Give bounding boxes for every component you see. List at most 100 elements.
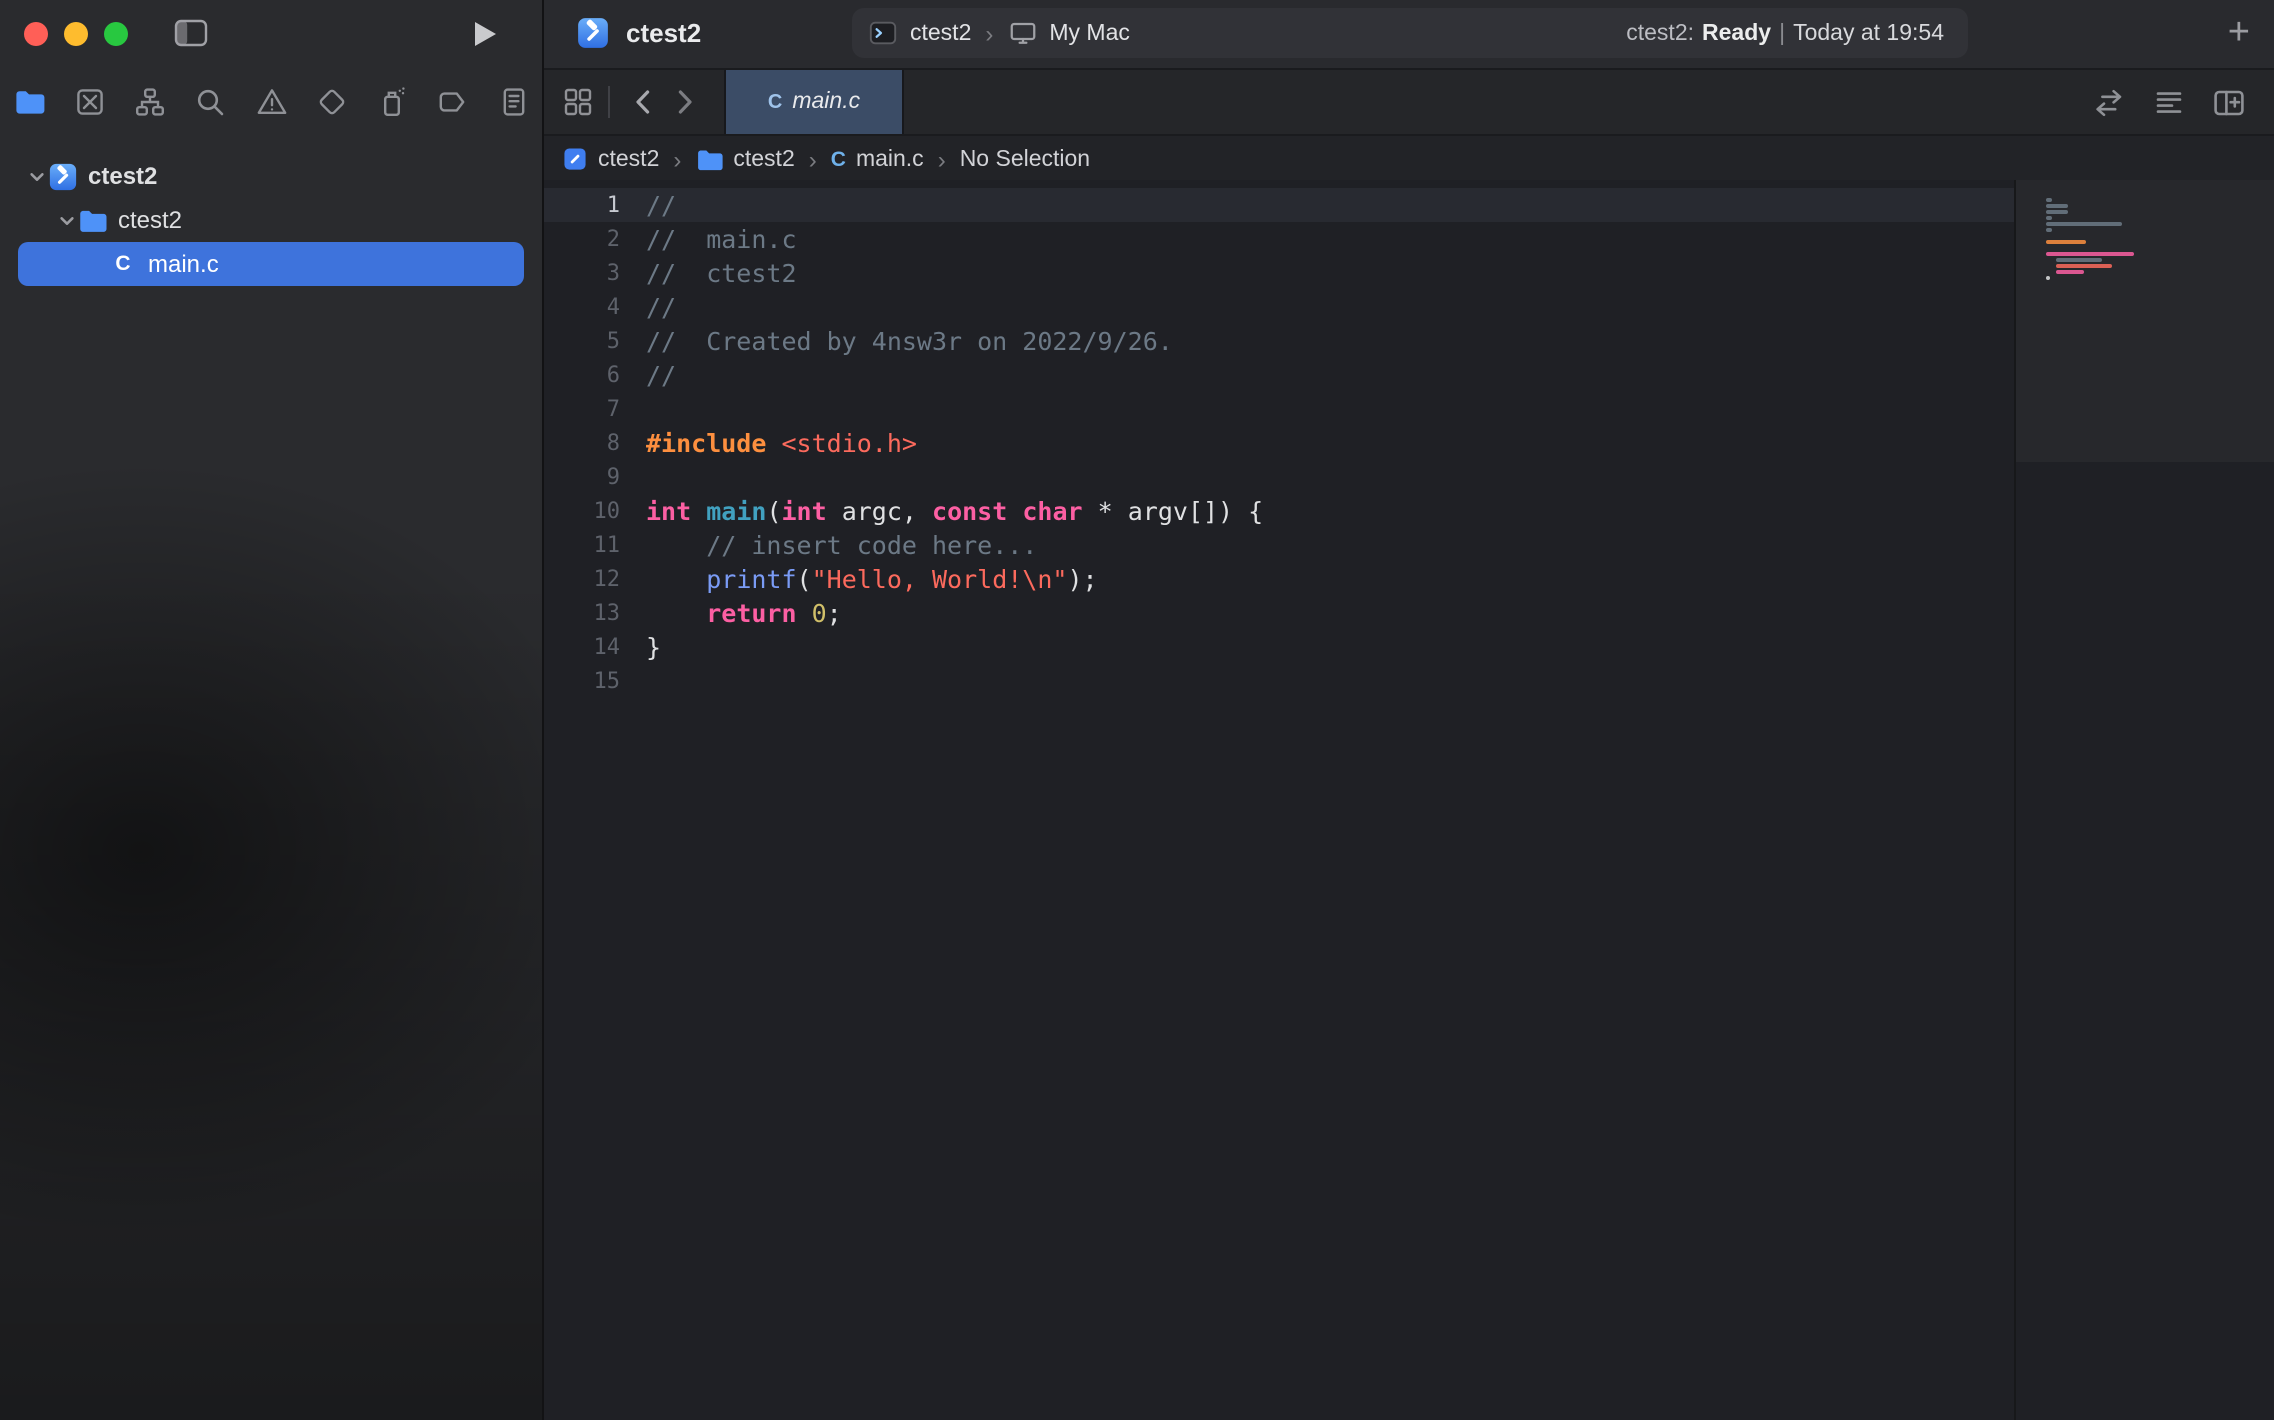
- code-text: int main(int argc, const char * argv[]) …: [646, 494, 1263, 528]
- tab-main-c[interactable]: C main.c: [724, 70, 904, 134]
- issues-icon[interactable]: [254, 85, 288, 119]
- toggle-sidebar-icon[interactable]: [174, 18, 208, 48]
- c-file-icon: C: [831, 147, 846, 171]
- line-number[interactable]: 13: [544, 596, 620, 630]
- minimap[interactable]: [2014, 180, 2274, 1420]
- jump-bar: ctest2 › ctest2 › C main.c › No Selectio…: [544, 136, 2274, 184]
- c-file-icon: C: [768, 91, 782, 113]
- symbols-icon[interactable]: [133, 85, 167, 119]
- minimap-line: [2046, 216, 2052, 220]
- tests-icon[interactable]: [315, 85, 349, 119]
- jumpbar-project[interactable]: ctest2: [562, 146, 659, 172]
- code-line[interactable]: 10 int main(int argc, const char * argv[]…: [544, 494, 2016, 528]
- code-text: // insert code here...: [646, 528, 1037, 562]
- line-number[interactable]: 5: [544, 324, 620, 358]
- project-file-tree: ctest2ctest2Cmain.c: [0, 136, 542, 286]
- code-line[interactable]: 11 // insert code here...: [544, 528, 2016, 562]
- jumpbar-selection-label: No Selection: [960, 147, 1090, 171]
- scheme-name[interactable]: ctest2: [910, 21, 971, 45]
- status-time: Today at 19:54: [1793, 21, 1944, 45]
- go-forward-icon[interactable]: [668, 86, 700, 118]
- reports-icon[interactable]: [496, 85, 530, 119]
- code-line[interactable]: 14}: [544, 630, 2016, 664]
- add-editor-icon[interactable]: [2212, 85, 2246, 119]
- code-text: //: [646, 188, 676, 222]
- jumpbar-project-label: ctest2: [598, 147, 659, 171]
- line-number[interactable]: 2: [544, 222, 620, 256]
- scheme-destination[interactable]: My Mac: [1049, 21, 1130, 45]
- code-line[interactable]: 4//: [544, 290, 2016, 324]
- code-line[interactable]: 3// ctest2: [544, 256, 2016, 290]
- source-editor[interactable]: 1 // 2 // main.c3// ctest24//5// Created by…: [544, 180, 2274, 1420]
- code-text: }: [646, 630, 661, 664]
- library-add-button[interactable]: +: [2228, 8, 2250, 58]
- activity-status: ctest2: Ready | Today at 19:54: [1626, 21, 1968, 45]
- editor-options-icon[interactable]: [2152, 85, 2186, 119]
- code-lines: 1 // 2 // main.c3// ctest24//5// Created by…: [544, 180, 2016, 1420]
- minimap-line: [2046, 210, 2068, 214]
- tab-overview-icon[interactable]: [562, 86, 594, 118]
- scheme-selector[interactable]: ctest2 › My Mac: [852, 18, 1130, 48]
- jumpbar-selection[interactable]: No Selection: [960, 147, 1090, 171]
- minimize-button[interactable]: [64, 22, 88, 46]
- minimap-line: [2046, 228, 2052, 232]
- divider: [608, 86, 610, 118]
- zoom-button[interactable]: [104, 22, 128, 46]
- code-line[interactable]: 9: [544, 460, 2016, 494]
- line-number[interactable]: 6: [544, 358, 620, 392]
- line-number[interactable]: 8: [544, 426, 620, 460]
- tree-row-ctest2[interactable]: ctest2: [18, 198, 524, 242]
- line-number[interactable]: 9: [544, 460, 620, 494]
- tree-label: main.c: [148, 250, 219, 278]
- tree-row-ctest2[interactable]: ctest2: [18, 154, 524, 198]
- minimap-line: [2046, 252, 2134, 256]
- jumpbar-file[interactable]: C main.c: [831, 147, 924, 171]
- close-button[interactable]: [24, 22, 48, 46]
- minimap-lines: [2046, 198, 2134, 282]
- scheme-icon: [868, 18, 898, 48]
- breakpoints-icon[interactable]: [436, 85, 470, 119]
- status-project: ctest2:: [1626, 21, 1694, 45]
- code-line[interactable]: 8#include <stdio.h>: [544, 426, 2016, 460]
- code-line[interactable]: 5// Created by 4nsw3r on 2022/9/26.: [544, 324, 2016, 358]
- navigator-tab-strip: [0, 68, 542, 136]
- disclosure-chevron-icon[interactable]: [26, 165, 48, 187]
- line-number[interactable]: 10: [544, 494, 620, 528]
- code-line[interactable]: 6//: [544, 358, 2016, 392]
- tab-bar: C main.c: [544, 70, 2274, 136]
- source-control-icon[interactable]: [73, 85, 107, 119]
- tree-label: ctest2: [88, 162, 157, 190]
- tree-row-main.c[interactable]: Cmain.c: [18, 242, 524, 286]
- code-line[interactable]: 13 return 0;: [544, 596, 2016, 630]
- jumpbar-file-label: main.c: [856, 147, 924, 171]
- disclosure-chevron-icon[interactable]: [56, 209, 78, 231]
- jumpbar-group[interactable]: ctest2: [695, 145, 794, 173]
- code-text: return 0;: [646, 596, 842, 630]
- line-number[interactable]: 4: [544, 290, 620, 324]
- minimap-line: [2046, 276, 2050, 280]
- minimap-line: [2056, 264, 2112, 268]
- line-number[interactable]: 12: [544, 562, 620, 596]
- minimap-line: [2046, 204, 2068, 208]
- line-number[interactable]: 14: [544, 630, 620, 664]
- minimap-line: [2046, 198, 2052, 202]
- debug-icon[interactable]: [375, 85, 409, 119]
- line-number[interactable]: 7: [544, 392, 620, 426]
- search-icon[interactable]: [194, 85, 228, 119]
- go-back-icon[interactable]: [628, 86, 660, 118]
- code-line[interactable]: 2 // main.c: [544, 222, 2016, 256]
- line-number[interactable]: 15: [544, 664, 620, 698]
- code-text: // main.c: [646, 222, 797, 256]
- line-number[interactable]: 3: [544, 256, 620, 290]
- line-number[interactable]: 11: [544, 528, 620, 562]
- code-line[interactable]: 12 printf("Hello, World!\n");: [544, 562, 2016, 596]
- scheme-status-bar[interactable]: ctest2 › My Mac ctest2: Ready | Today at…: [852, 8, 1968, 58]
- code-review-icon[interactable]: [2092, 85, 2126, 119]
- code-line[interactable]: 7: [544, 392, 2016, 426]
- run-button[interactable]: [472, 20, 498, 48]
- project-navigator-icon[interactable]: [12, 85, 46, 119]
- minimap-line: [2046, 222, 2122, 226]
- line-number[interactable]: 1: [544, 188, 620, 222]
- code-line[interactable]: 15: [544, 664, 2016, 698]
- code-line[interactable]: 1 //: [544, 188, 2016, 222]
